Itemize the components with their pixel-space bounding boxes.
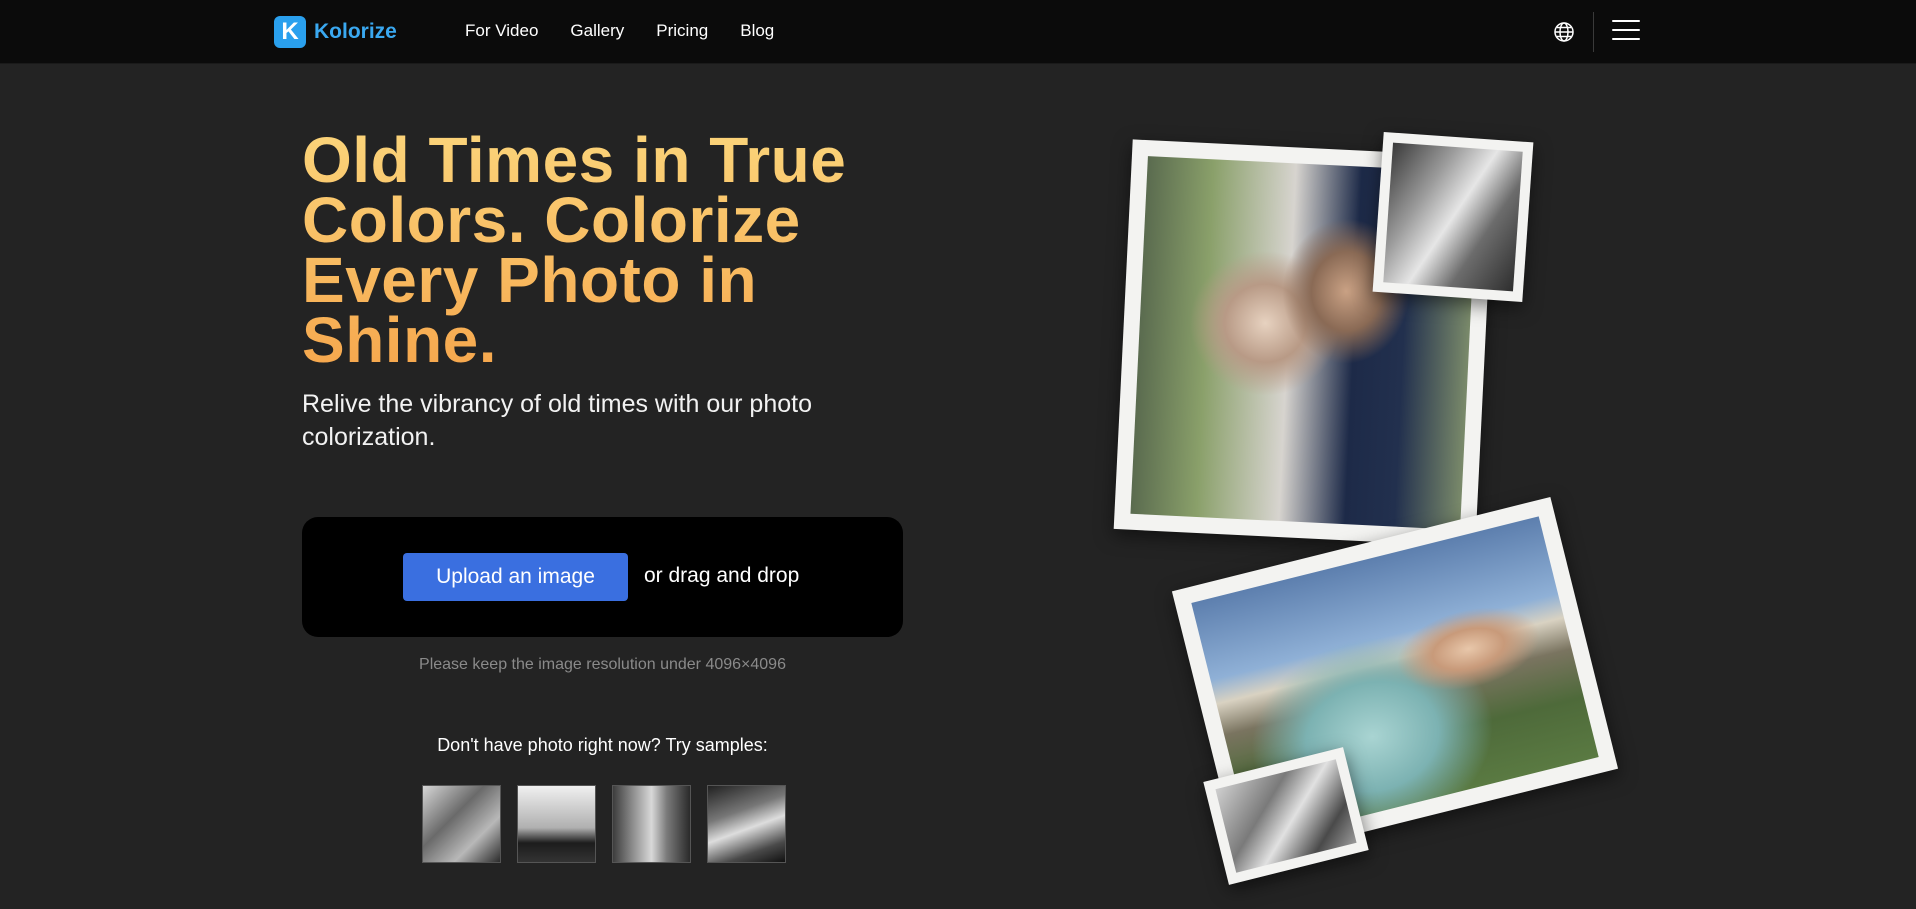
sample-image-3[interactable]	[612, 785, 691, 863]
hero-subtitle: Relive the vibrancy of old times with ou…	[302, 390, 812, 451]
brand-logo-link[interactable]: K Kolorize	[274, 16, 397, 48]
nav-link-blog[interactable]: Blog	[740, 21, 774, 41]
header-divider	[1593, 12, 1594, 52]
upload-image-button[interactable]: Upload an image	[403, 553, 628, 601]
sample-image-2[interactable]	[517, 785, 596, 863]
sample-image-1[interactable]	[422, 785, 501, 863]
nav-link-for-video[interactable]: For Video	[465, 21, 538, 41]
language-globe-icon[interactable]	[1552, 20, 1576, 44]
nav-link-gallery[interactable]: Gallery	[570, 21, 624, 41]
collage-photo-couple-bw	[1372, 131, 1534, 303]
brand-name: Kolorize	[314, 20, 397, 43]
kolorize-logo-icon: K	[274, 16, 306, 48]
main-nav: For Video Gallery Pricing Blog	[465, 21, 774, 41]
nav-link-pricing[interactable]: Pricing	[656, 21, 708, 41]
upload-dropzone[interactable]: Upload an image or drag and drop	[302, 517, 903, 637]
drag-drop-label: or drag and drop	[644, 564, 800, 587]
hero-title: Old Times in True Colors. Colorize Every…	[302, 128, 862, 372]
sample-image-4[interactable]	[707, 785, 786, 863]
top-navigation-bar: K Kolorize For Video Gallery Pricing Blo…	[0, 0, 1916, 64]
samples-title: Don't have photo right now? Try samples:	[437, 735, 768, 755]
sample-images	[422, 785, 786, 863]
resolution-hint: Please keep the image resolution under 4…	[419, 656, 786, 673]
hamburger-menu-icon[interactable]	[1612, 20, 1640, 44]
